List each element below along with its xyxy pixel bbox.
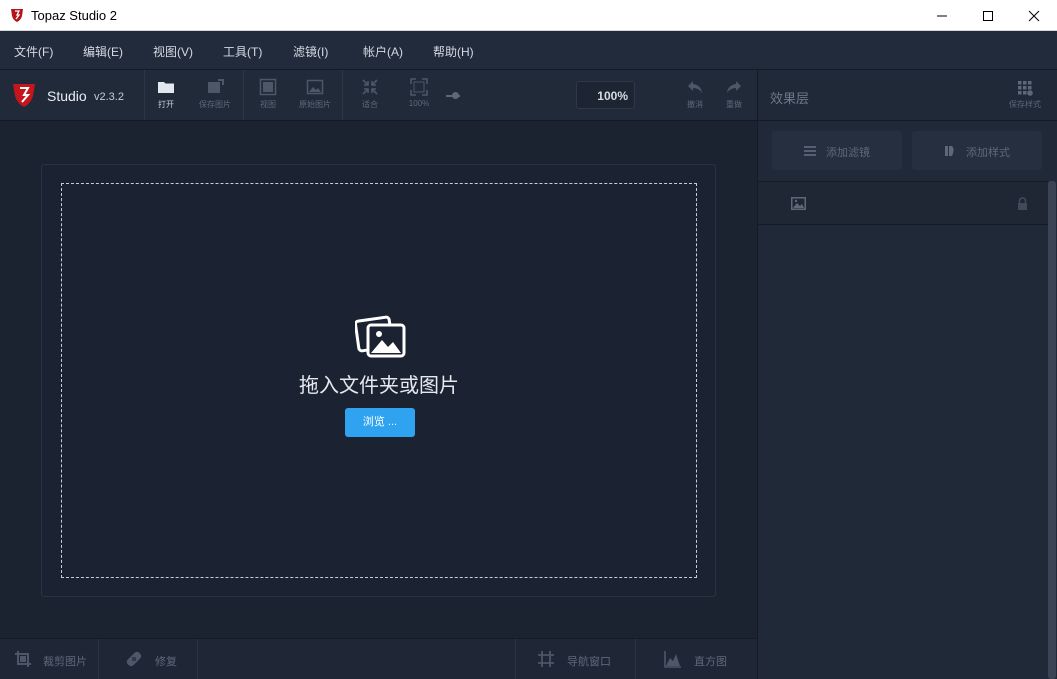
redo-button[interactable]: 重做	[712, 78, 756, 116]
menu-bar: 文件(F) 编辑(E) 视图(V) 工具(T) 滤镜(I) 帐户(A) 帮助(H…	[0, 31, 1057, 70]
repair-label: 修复	[155, 656, 177, 668]
view-icon	[259, 78, 277, 96]
layers-panel: 效果层 保存样式 添加滤镜 添加样式	[757, 70, 1057, 679]
crop-button[interactable]: 裁剪图片	[0, 639, 98, 679]
drop-zone[interactable]: 拖入文件夹或图片 浏览 ...	[61, 183, 697, 578]
view-label: 视图	[260, 100, 276, 109]
minimize-icon	[937, 15, 947, 16]
folder-icon	[158, 82, 174, 93]
zoom-100-button[interactable]: 100%	[397, 78, 441, 116]
fullscreen-icon	[410, 78, 428, 96]
zoom-slider-handle[interactable]	[452, 92, 459, 99]
canvas-area: 拖入文件夹或图片 浏览 ...	[0, 121, 757, 638]
add-filter-label: 添加滤镜	[826, 147, 870, 159]
redo-label: 重做	[726, 100, 742, 109]
zoom-100-label: 100%	[408, 99, 430, 108]
topaz-app-icon	[11, 9, 23, 22]
version-label: v2.3.2	[94, 91, 124, 103]
layers-panel-title: 效果层	[770, 91, 810, 106]
add-filter-button[interactable]: 添加滤镜	[772, 131, 902, 170]
close-button[interactable]	[1011, 0, 1057, 31]
maximize-icon	[983, 10, 993, 21]
original-image-button[interactable]: 原始图片	[293, 78, 337, 116]
undo-icon	[688, 81, 702, 93]
maximize-button[interactable]	[965, 0, 1011, 31]
fit-label: 适合	[362, 100, 378, 109]
browse-button[interactable]: 浏览 ...	[345, 408, 415, 437]
original-image-label: 原始图片	[299, 100, 331, 109]
image-layer-icon	[791, 197, 806, 210]
toolbar-divider	[342, 70, 343, 120]
navigator-label: 导航窗口	[567, 656, 611, 668]
undo-label: 撤消	[687, 100, 703, 109]
layers-panel-header: 效果层 保存样式	[758, 70, 1057, 121]
add-style-button[interactable]: 添加样式	[912, 131, 1042, 170]
bottom-divider	[197, 639, 198, 679]
menu-filters[interactable]: 滤镜(I)	[293, 43, 328, 60]
menu-tools[interactable]: 工具(T)	[223, 43, 262, 60]
crop-icon	[15, 651, 31, 667]
view-button[interactable]: 视图	[246, 78, 290, 116]
style-brush-icon	[945, 146, 954, 156]
topaz-logo-icon	[13, 84, 35, 107]
toolbar-divider	[243, 70, 244, 120]
redo-icon	[727, 81, 741, 93]
window-title: Topaz Studio 2	[31, 8, 118, 23]
lock-icon[interactable]	[1017, 197, 1028, 210]
layer-row[interactable]	[758, 181, 1048, 225]
navigator-button[interactable]: 导航窗口	[516, 639, 635, 679]
images-icon	[355, 315, 406, 358]
bottom-toolbar: 裁剪图片 修复 导航窗口 直方图	[0, 638, 757, 679]
original-image-icon	[306, 79, 324, 95]
drop-card: 拖入文件夹或图片 浏览 ...	[41, 164, 716, 597]
grid-save-icon	[1018, 81, 1033, 96]
minimize-button[interactable]	[919, 0, 965, 31]
add-style-label: 添加样式	[966, 147, 1010, 159]
main-toolbar: Studio v2.3.2 打开 保存图片 视图 原始图片 适合 100% 10…	[0, 70, 757, 121]
histogram-label: 直方图	[694, 656, 727, 668]
app-window: Topaz Studio 2 文件(F) 编辑(E) 视图(V) 工具(T) 滤…	[0, 0, 1057, 679]
undo-button[interactable]: 撤消	[673, 78, 717, 116]
title-bar: Topaz Studio 2	[0, 0, 1057, 31]
save-image-icon	[208, 79, 224, 93]
menu-file[interactable]: 文件(F)	[14, 43, 53, 60]
menu-account[interactable]: 帐户(A)	[363, 43, 403, 60]
fit-icon	[362, 79, 378, 95]
menu-edit[interactable]: 编辑(E)	[83, 43, 123, 60]
histogram-button[interactable]: 直方图	[636, 639, 757, 679]
drop-instruction: 拖入文件夹或图片	[299, 375, 459, 397]
save-image-button[interactable]: 保存图片	[193, 78, 237, 116]
histogram-icon	[664, 651, 681, 668]
open-button[interactable]: 打开	[144, 78, 188, 116]
brand-name: Studio	[47, 88, 87, 104]
close-icon	[1028, 10, 1040, 21]
save-style-label: 保存样式	[1009, 100, 1041, 109]
fit-button[interactable]: 适合	[348, 78, 392, 116]
save-image-label: 保存图片	[199, 100, 231, 109]
open-label: 打开	[158, 100, 174, 109]
zoom-input[interactable]: 100%	[576, 81, 635, 109]
repair-button[interactable]: 修复	[99, 639, 197, 679]
save-style-button[interactable]: 保存样式	[1005, 80, 1045, 110]
grid-navigator-icon	[538, 651, 554, 667]
layers-scrollbar[interactable]	[1048, 181, 1056, 679]
filter-list-icon	[804, 146, 816, 156]
bandage-icon	[126, 651, 142, 667]
menu-help[interactable]: 帮助(H)	[433, 43, 474, 60]
crop-label: 裁剪图片	[43, 656, 87, 668]
menu-view[interactable]: 视图(V)	[153, 43, 193, 60]
